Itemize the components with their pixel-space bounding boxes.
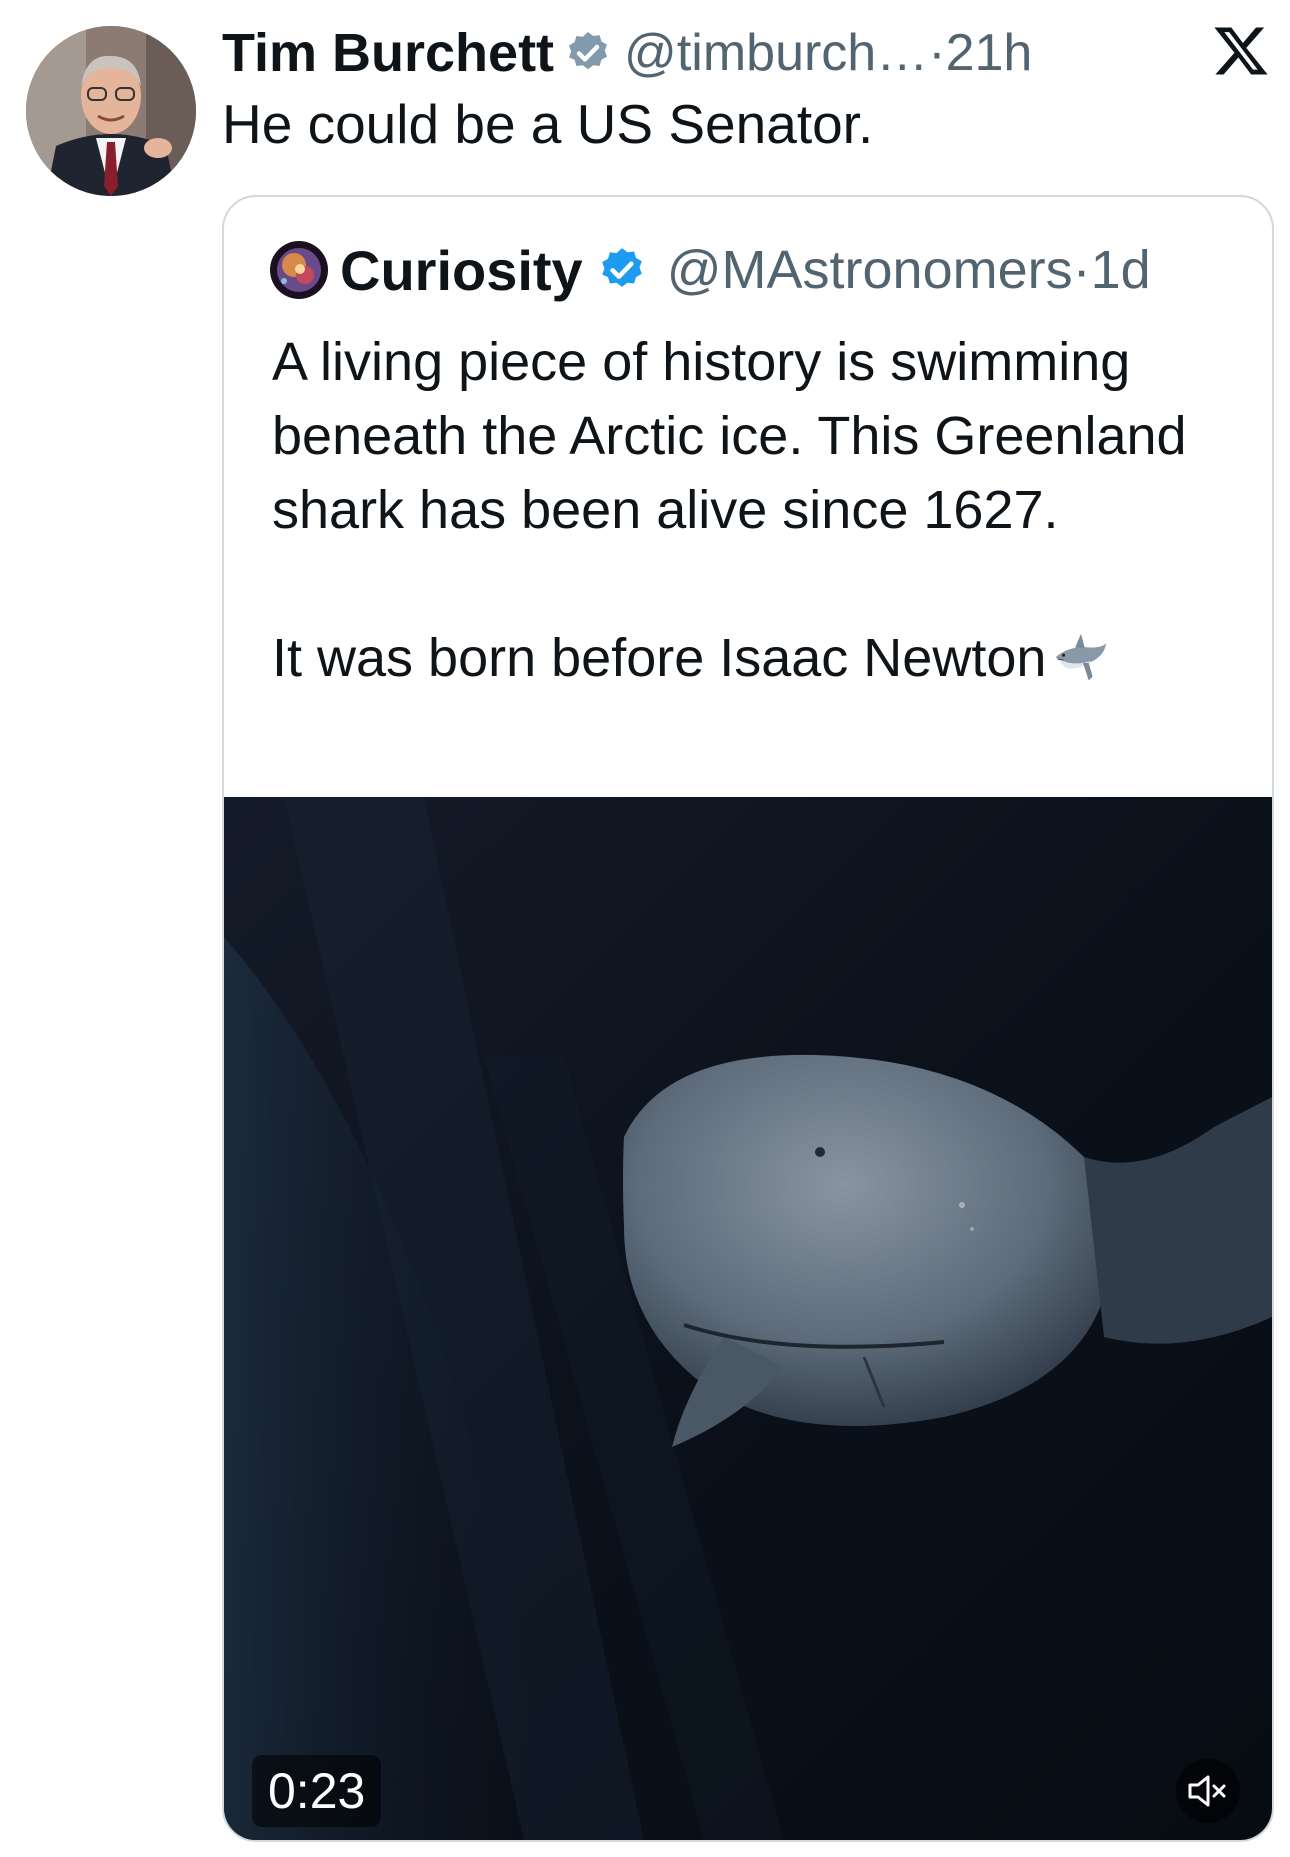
quoted-text-line: It was born before Isaac Newton	[272, 628, 1047, 688]
author-avatar[interactable]	[26, 26, 196, 196]
video-frame	[224, 797, 1272, 1840]
x-logo-icon[interactable]	[1212, 22, 1270, 80]
verified-badge-icon	[569, 32, 608, 70]
quoted-header-separator: ·	[1072, 240, 1091, 300]
quoted-author-avatar[interactable]	[270, 241, 328, 299]
avatar-photo	[26, 26, 196, 196]
shark-emoji-icon	[1056, 633, 1107, 681]
header-separator: ·	[928, 24, 946, 82]
quoted-tweet-card[interactable]: Curiosity @MAstronomers · 1d A living pi…	[222, 195, 1274, 1842]
tweet-header: Tim Burchett @timburch… · 21h	[222, 18, 1032, 88]
author-handle[interactable]: @timburch…	[624, 23, 928, 83]
quoted-tweet-text: A living piece of history is swimming be…	[272, 325, 1252, 695]
quoted-text-paragraph: It was born before Isaac Newton	[272, 621, 1252, 695]
quoted-tweet-header: Curiosity @MAstronomers · 1d	[270, 235, 1151, 305]
verified-badge-icon	[601, 248, 642, 287]
quoted-author-name[interactable]: Curiosity	[340, 238, 583, 303]
mute-button[interactable]	[1176, 1759, 1240, 1823]
nebula-avatar-icon	[270, 241, 328, 299]
tweet-time[interactable]: 21h	[946, 23, 1033, 83]
quoted-author-handle[interactable]: @MAstronomers	[667, 239, 1073, 301]
video-duration: 0:23	[252, 1755, 382, 1827]
speaker-muted-icon	[1188, 1775, 1226, 1807]
quoted-tweet-time[interactable]: 1d	[1091, 239, 1151, 301]
tweet-text: He could be a US Senator.	[222, 93, 874, 155]
video-player[interactable]: 0:23	[224, 797, 1272, 1840]
quoted-text-paragraph: A living piece of history is swimming be…	[272, 332, 1187, 540]
author-name[interactable]: Tim Burchett	[222, 22, 554, 84]
